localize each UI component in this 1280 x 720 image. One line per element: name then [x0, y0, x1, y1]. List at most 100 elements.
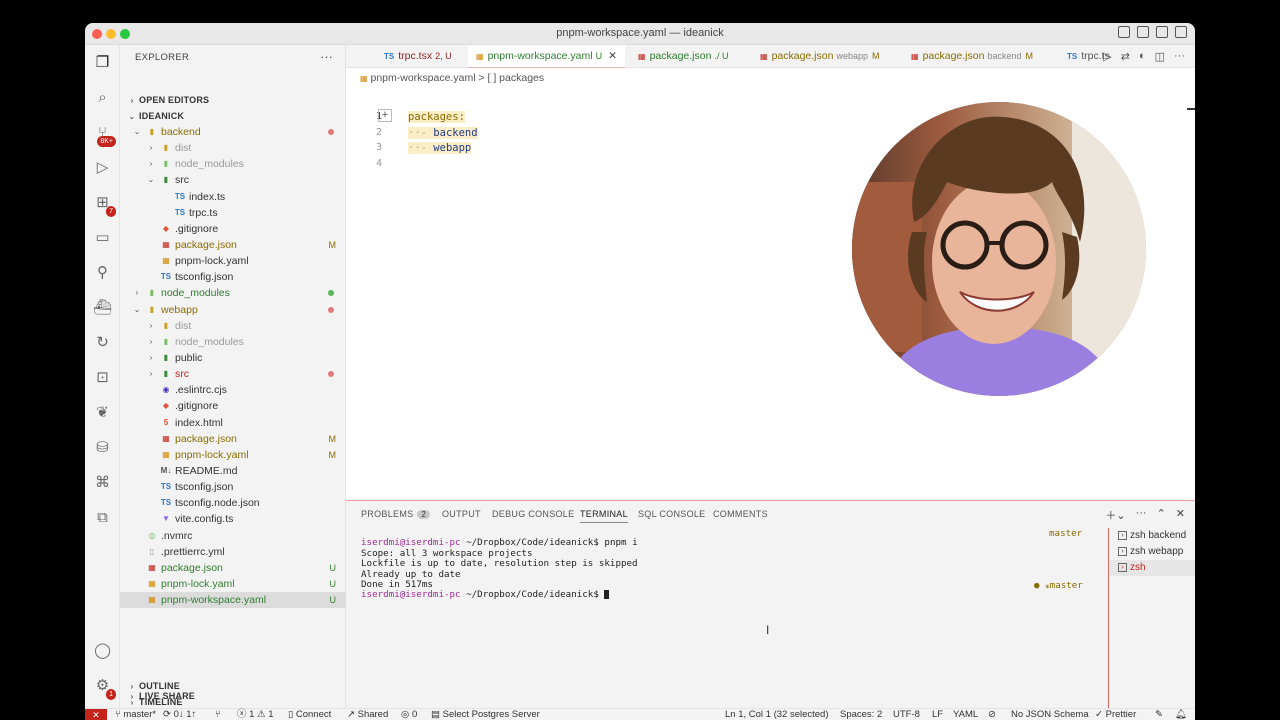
explorer-icon[interactable]: ❐ [93, 53, 112, 72]
toggle-sidebar-icon[interactable] [1118, 26, 1130, 38]
language-mode[interactable]: YAML [953, 709, 978, 720]
editor-tab[interactable]: TS trpc.ts [1059, 45, 1118, 68]
run-debug-icon[interactable]: ▷ [93, 158, 112, 177]
chevron-down-icon[interactable]: ⌄ [132, 302, 142, 318]
tree-item[interactable]: 5 index.html [120, 415, 346, 431]
extensions-icon[interactable]: ⊞ 7 [93, 193, 116, 217]
tree-item[interactable]: ▦ pnpm-lock.yaml M [120, 447, 346, 463]
editor-tab[interactable]: TS trpc.tsx 2, U [376, 45, 460, 68]
maximize-panel-icon[interactable]: ⌃ [1157, 507, 1166, 523]
tree-item[interactable]: › ▮ dist [120, 318, 346, 334]
prettier-status[interactable]: ✓ Prettier [1095, 709, 1136, 720]
remote-explorer-icon[interactable]: ▭ [93, 228, 112, 247]
workspace-root-section[interactable]: ⌄ IDEANICK [120, 108, 346, 124]
database-icon[interactable]: ⛁ [93, 438, 112, 457]
tree-item[interactable]: ▦ pnpm-lock.yaml U [120, 576, 346, 592]
toggle-secondary-sidebar-icon[interactable] [1156, 26, 1168, 38]
editor-tab[interactable]: ▦ pnpm-workspace.yaml U ✕ [468, 45, 625, 68]
tree-item[interactable]: ▦ package.json M [120, 237, 346, 253]
tree-item[interactable]: ▦ package.json U [120, 560, 346, 576]
json-schema-status[interactable]: No JSON Schema [1011, 709, 1089, 720]
open-editors-section[interactable]: › OPEN EDITORS [120, 92, 346, 108]
connect-status[interactable]: ▯ Connect [288, 709, 331, 720]
close-panel-icon[interactable]: ✕ [1176, 507, 1185, 523]
open-changes-icon[interactable]: ⇄ [1121, 50, 1130, 63]
tree-item[interactable]: ▦ pnpm-lock.yaml [120, 253, 346, 269]
tree-item[interactable]: ⌄ ▮ webapp [120, 302, 346, 318]
problems-status[interactable]: ⓧ 1 ⚠ 1 [237, 709, 274, 720]
panel-tab[interactable]: OUTPUT [442, 509, 481, 519]
tree-item[interactable]: TS index.ts [120, 189, 346, 205]
git-graph-icon[interactable]: ⑂ [215, 709, 221, 720]
docker-icon[interactable]: ⛴ [93, 298, 112, 317]
editor-tab[interactable]: ▦ package.json ./ U [630, 45, 736, 68]
live-share-icon[interactable]: ↻ [93, 333, 112, 352]
panel-tab[interactable]: DEBUG CONSOLE [492, 509, 574, 519]
tree-item[interactable]: › ▮ dist [120, 140, 346, 156]
chevron-right-icon[interactable]: › [146, 350, 156, 366]
testing-icon[interactable]: ⚲ [93, 263, 112, 282]
compare-icon[interactable]: ◐ [1139, 50, 1146, 63]
tree-item[interactable]: ▦ pnpm-workspace.yaml U [120, 592, 346, 609]
terminal-output[interactable]: iserdmi@iserdmi-pc ~/Dropbox/Code/ideani… [361, 528, 1101, 601]
tree-item[interactable]: › ▮ public [120, 350, 346, 366]
dev-containers-icon[interactable]: ⧉ [93, 508, 112, 527]
tree-item[interactable]: TS tsconfig.node.json [120, 495, 346, 511]
figma-icon[interactable]: ⌘ [93, 473, 112, 492]
tree-item[interactable]: M↓ README.md [120, 463, 346, 479]
cursor-position[interactable]: Ln 1, Col 1 (32 selected) [725, 709, 829, 720]
json-schema-icon[interactable]: ⊘ [988, 709, 996, 720]
chevron-right-icon[interactable]: › [146, 140, 156, 156]
live-share-status[interactable]: ↗ Shared [347, 709, 388, 720]
tree-item[interactable]: ◎ .nvmrc [120, 528, 346, 544]
end-of-line[interactable]: LF [932, 709, 943, 720]
explorer-more-button[interactable]: ··· [320, 49, 333, 64]
feedback-icon[interactable]: ✎ [1155, 709, 1163, 720]
tree-item[interactable]: ◆ .gitignore [120, 221, 346, 237]
panel-tab[interactable]: PROBLEMS 2 [361, 509, 431, 519]
customize-layout-icon[interactable] [1175, 26, 1187, 38]
chevron-right-icon[interactable]: › [146, 366, 156, 382]
tree-item[interactable]: › ▮ node_modules [120, 285, 346, 301]
split-editor-icon[interactable]: ◫ [1155, 50, 1165, 63]
more-actions-icon[interactable]: ··· [1136, 507, 1147, 523]
close-tab-icon[interactable]: ✕ [608, 50, 617, 62]
search-icon[interactable]: ⌕ [93, 88, 112, 107]
breadcrumb-file[interactable]: pnpm-workspace.yaml [370, 72, 475, 84]
terminal-instance[interactable]: › zsh [1109, 560, 1195, 576]
chevron-right-icon[interactable]: › [146, 318, 156, 334]
tree-item[interactable]: ◉ .eslintrc.cjs [120, 382, 346, 398]
mongodb-icon[interactable]: ❦ [93, 403, 112, 422]
tree-item[interactable]: TS tsconfig.json [120, 479, 346, 495]
tree-item[interactable]: TS tsconfig.json [120, 269, 346, 285]
tree-item[interactable]: ⌄ ▮ src [120, 172, 346, 188]
tree-item[interactable]: ▦ package.json M [120, 431, 346, 447]
chevron-down-icon[interactable]: ⌄ [132, 124, 142, 140]
breadcrumb-symbol[interactable]: [ ] packages [488, 72, 545, 84]
editor-tab[interactable]: ▦ package.json webapp M [752, 45, 887, 68]
tree-item[interactable]: ◆ .gitignore [120, 398, 346, 414]
more-actions-icon[interactable]: ··· [1174, 50, 1185, 63]
tree-item[interactable]: TS trpc.ts [120, 205, 346, 221]
new-terminal-icon[interactable]: ＋⌄ [1105, 507, 1125, 523]
ports-status[interactable]: ◎ 0 [401, 709, 417, 720]
accounts-icon[interactable]: ◯ [93, 641, 112, 660]
branch-status[interactable]: ⑂ master* [115, 709, 156, 720]
settings-gear-icon[interactable]: ⚙ 1 [93, 676, 116, 700]
notifications-icon[interactable]: 🔔︎ [1175, 709, 1187, 720]
add-comment-button[interactable]: + [378, 109, 392, 122]
postgres-status[interactable]: ▤ Select Postgres Server [431, 709, 540, 720]
editor-tab[interactable]: ▦ package.json backend M [903, 45, 1041, 68]
terminal-instance[interactable]: › zsh backend [1109, 528, 1195, 544]
tree-item[interactable]: › ▮ src [120, 366, 346, 382]
sync-status[interactable]: ⟳ 0↓ 1↑ [163, 709, 196, 720]
tree-item[interactable]: ▯ .prettierrc.yml [120, 544, 346, 560]
encoding[interactable]: UTF-8 [893, 709, 920, 720]
tree-item[interactable]: › ▮ node_modules [120, 334, 346, 350]
live-share-section[interactable]: › LIVE SHARE [120, 688, 346, 704]
gitlens-icon[interactable]: ⊡ [93, 368, 112, 387]
chevron-right-icon[interactable]: › [132, 285, 142, 301]
terminal-instance[interactable]: › zsh webapp [1109, 544, 1195, 560]
source-control-icon[interactable]: ⑂ 8K+ [93, 123, 116, 147]
tree-item[interactable]: ⌄ ▮ backend [120, 124, 346, 140]
